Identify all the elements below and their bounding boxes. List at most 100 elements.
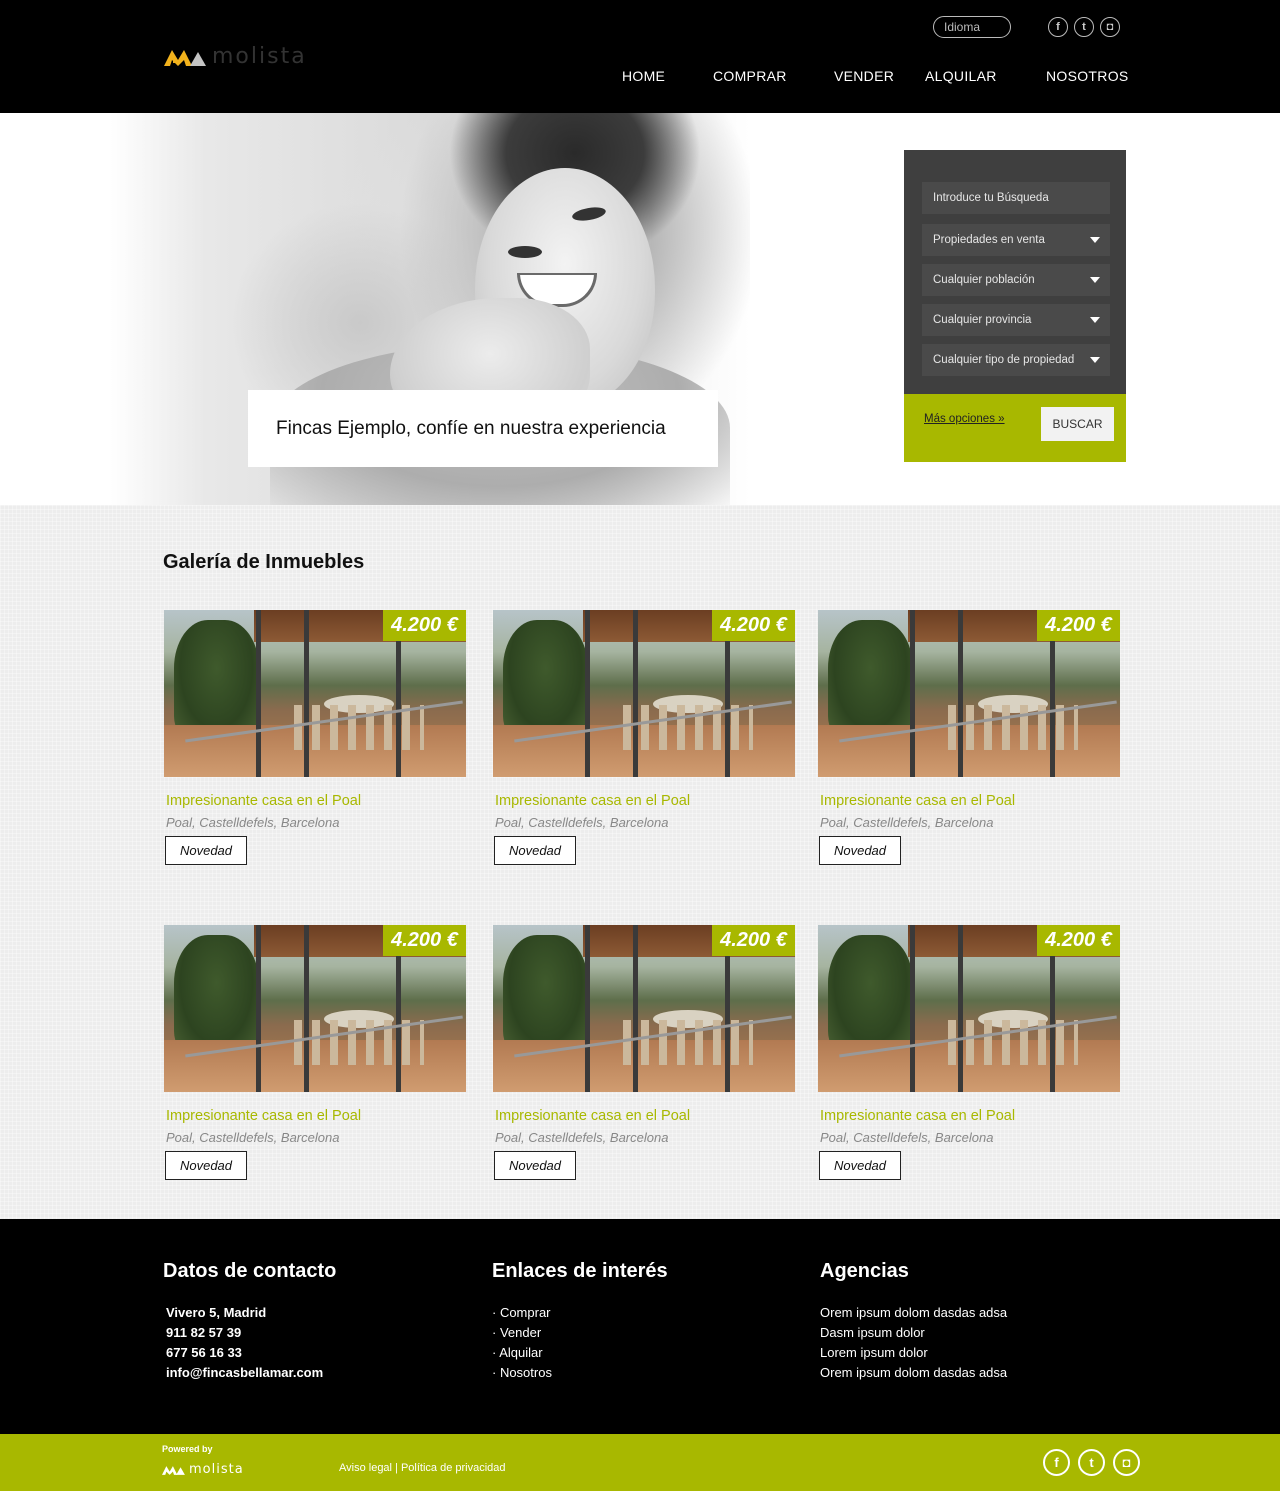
- twitter-icon[interactable]: t: [1074, 17, 1094, 37]
- social-links-bottom: f t ◘: [1043, 1449, 1140, 1476]
- property-photo[interactable]: 4.200 €: [164, 610, 466, 777]
- hero-photo-eye: [508, 246, 542, 258]
- property-title[interactable]: Impresionante casa en el Poal: [820, 1108, 1015, 1124]
- photo-post: [910, 925, 915, 1092]
- property-title[interactable]: Impresionante casa en el Poal: [166, 1108, 361, 1124]
- nav-home[interactable]: HOME: [622, 68, 665, 84]
- property-title[interactable]: Impresionante casa en el Poal: [166, 793, 361, 809]
- contact-mobile[interactable]: 677 56 16 33: [166, 1345, 242, 1360]
- photo-trees: [503, 935, 588, 1055]
- property-photo[interactable]: 4.200 €: [164, 925, 466, 1092]
- property-photo[interactable]: 4.200 €: [818, 925, 1120, 1092]
- footer-links-title: Enlaces de interés: [492, 1260, 668, 1282]
- property-gallery: Galería de Inmuebles 4.200 € Impresionant…: [0, 505, 1280, 1219]
- price-tag: 4.200 €: [383, 925, 466, 956]
- photo-post: [304, 925, 309, 1092]
- search-button[interactable]: BUSCAR: [1041, 407, 1114, 441]
- footer-link-vender[interactable]: · Vender: [492, 1325, 541, 1340]
- photo-chairs: [623, 705, 753, 750]
- photo-trees: [174, 935, 259, 1055]
- property-card[interactable]: 4.200 € Impresionante casa en el Poal Poal…: [493, 610, 795, 870]
- price-tag: 4.200 €: [1037, 925, 1120, 956]
- photo-chairs: [294, 705, 424, 750]
- powered-logo-text: molista: [189, 1462, 244, 1477]
- property-title[interactable]: Impresionante casa en el Poal: [495, 793, 690, 809]
- photo-trees: [174, 620, 259, 740]
- footer-link-comprar[interactable]: · Comprar: [492, 1305, 551, 1320]
- property-photo[interactable]: 4.200 €: [818, 610, 1120, 777]
- property-title[interactable]: Impresionante casa en el Poal: [495, 1108, 690, 1124]
- select-property-type[interactable]: Cualquier tipo de propiedad: [922, 344, 1110, 376]
- photo-chairs: [948, 705, 1078, 750]
- photo-post: [585, 610, 590, 777]
- site-logo[interactable]: molista: [164, 44, 307, 69]
- more-options-link[interactable]: Más opciones »: [924, 413, 1005, 425]
- nav-nosotros[interactable]: NOSOTROS: [1046, 68, 1129, 84]
- nav-comprar[interactable]: COMPRAR: [713, 68, 787, 84]
- site-header: molista Idioma f t ◘ HOME COMPRAR VENDER…: [0, 0, 1280, 113]
- photo-post: [256, 925, 261, 1092]
- logo-text: molista: [212, 44, 307, 69]
- photo-trees: [503, 620, 588, 740]
- property-location: Poal, Castelldefels, Barcelona: [495, 815, 669, 830]
- photo-post: [256, 610, 261, 777]
- agency-item: Orem ipsum dolom dasdas adsa: [820, 1305, 1008, 1320]
- select-population[interactable]: Cualquier población: [922, 264, 1110, 296]
- hero-tagline: Fincas Ejemplo, confíe en nuestra experi…: [248, 390, 718, 467]
- select-label: Propiedades en venta: [933, 234, 1045, 246]
- photo-post: [585, 925, 590, 1092]
- photo-post: [910, 610, 915, 777]
- property-card[interactable]: 4.200 € Impresionante casa en el Poal Poal…: [164, 925, 466, 1185]
- contact-email[interactable]: info@fincasbellamar.com: [166, 1365, 323, 1380]
- agency-item: Lorem ipsum dolor: [820, 1345, 928, 1360]
- gallery-title: Galería de Inmuebles: [163, 551, 365, 573]
- novedad-badge: Novedad: [494, 836, 576, 865]
- photo-post: [633, 610, 638, 777]
- property-card[interactable]: 4.200 € Impresionante casa en el Poal Poal…: [493, 925, 795, 1185]
- legal-links[interactable]: Aviso legal | Política de privacidad: [339, 1462, 506, 1474]
- nav-vender[interactable]: VENDER: [834, 68, 894, 84]
- select-operation[interactable]: Propiedades en venta: [922, 224, 1110, 256]
- instagram-icon[interactable]: ◘: [1100, 17, 1120, 37]
- price-tag: 4.200 €: [383, 610, 466, 641]
- property-card[interactable]: 4.200 € Impresionante casa en el Poal Poal…: [818, 925, 1120, 1185]
- chevron-down-icon: [1090, 237, 1100, 243]
- photo-chairs: [294, 1020, 424, 1065]
- photo-chairs: [623, 1020, 753, 1065]
- contact-phone[interactable]: 911 82 57 39: [166, 1325, 241, 1340]
- novedad-badge: Novedad: [819, 836, 901, 865]
- chevron-down-icon: [1090, 277, 1100, 283]
- property-photo[interactable]: 4.200 €: [493, 610, 795, 777]
- select-label: Cualquier provincia: [933, 314, 1032, 326]
- select-province[interactable]: Cualquier provincia: [922, 304, 1110, 336]
- photo-trees: [828, 935, 913, 1055]
- facebook-icon[interactable]: f: [1043, 1449, 1070, 1476]
- search-input[interactable]: Introduce tu Búsqueda: [922, 182, 1110, 214]
- footer-link-alquilar[interactable]: · Alquilar: [492, 1345, 543, 1360]
- agency-item: Dasm ipsum dolor: [820, 1325, 925, 1340]
- language-selector[interactable]: Idioma: [933, 16, 1011, 38]
- property-card[interactable]: 4.200 € Impresionante casa en el Poal Poal…: [164, 610, 466, 870]
- chevron-down-icon: [1090, 357, 1100, 363]
- twitter-icon[interactable]: t: [1078, 1449, 1105, 1476]
- search-panel-footer: Más opciones » BUSCAR: [904, 394, 1126, 462]
- novedad-badge: Novedad: [165, 1151, 247, 1180]
- instagram-icon[interactable]: ◘: [1113, 1449, 1140, 1476]
- property-location: Poal, Castelldefels, Barcelona: [166, 815, 340, 830]
- photo-chairs: [948, 1020, 1078, 1065]
- nav-alquilar[interactable]: ALQUILAR: [925, 68, 997, 84]
- footer-link-nosotros[interactable]: · Nosotros: [492, 1365, 552, 1380]
- novedad-badge: Novedad: [494, 1151, 576, 1180]
- property-location: Poal, Castelldefels, Barcelona: [495, 1130, 669, 1145]
- footer-contact-title: Datos de contacto: [163, 1260, 337, 1282]
- facebook-icon[interactable]: f: [1048, 17, 1068, 37]
- property-title[interactable]: Impresionante casa en el Poal: [820, 793, 1015, 809]
- site-footer: Datos de contacto Vivero 5, Madrid 911 8…: [0, 1219, 1280, 1434]
- footer-agencies-title: Agencias: [820, 1260, 909, 1282]
- property-card[interactable]: 4.200 € Impresionante casa en el Poal Poal…: [818, 610, 1120, 870]
- bottom-bar: Powered by molista Aviso legal | Polític…: [0, 1434, 1280, 1491]
- powered-by-logo[interactable]: molista: [162, 1462, 244, 1477]
- photo-post: [304, 610, 309, 777]
- select-label: Cualquier población: [933, 274, 1035, 286]
- property-photo[interactable]: 4.200 €: [493, 925, 795, 1092]
